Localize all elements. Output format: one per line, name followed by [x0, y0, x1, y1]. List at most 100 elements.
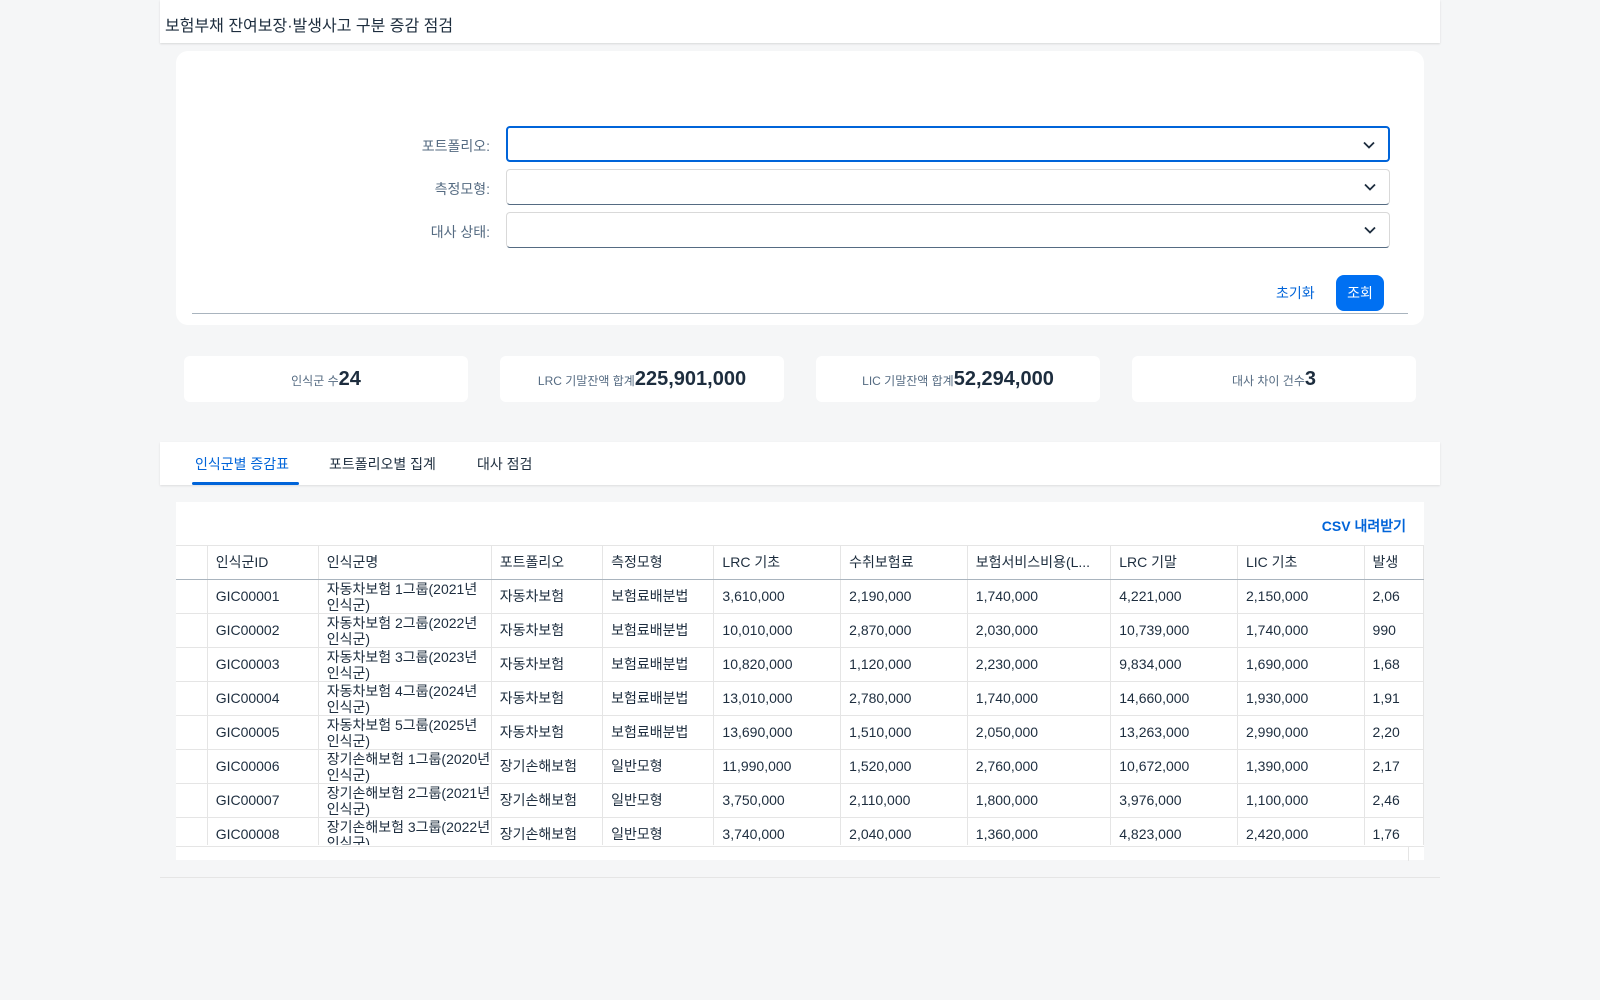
table-cell: 1,520,000 [840, 749, 968, 784]
table-cell: GIC00005 [207, 715, 319, 750]
table-cell: GIC00003 [207, 647, 319, 682]
table-cell: 2,110,000 [840, 783, 968, 818]
table-cell: 4,823,000 [1110, 817, 1238, 845]
filter-row-model: 측정모형: [176, 169, 1424, 205]
table-cell: 2,040,000 [840, 817, 968, 845]
table-cell: GIC00008 [207, 817, 319, 845]
footer-area [160, 877, 1440, 1000]
filter-divider [192, 313, 1408, 314]
chevron-down-icon [1363, 141, 1375, 149]
column-header[interactable]: 보험서비스비용(L... [967, 546, 1112, 580]
table-cell: 장기손해보험 [491, 783, 604, 818]
table-cell: 2,990,000 [1237, 715, 1365, 750]
column-header[interactable]: 인식군ID [207, 546, 319, 580]
table-cell: 보험료배분법 [602, 715, 715, 750]
table-cell: 일반모형 [602, 749, 715, 784]
table-cell: GIC00002 [207, 613, 319, 648]
kpi-card-diff-count: 대사 차이 건수3 [1132, 356, 1416, 402]
kpi-value: 52,294,000 [953, 368, 1054, 390]
table-row[interactable]: GIC00002 자동차보험 2그룹(2022년 인식군) 자동차보험 보험료배분법 1… [176, 613, 1424, 648]
model-label: 측정모형: [434, 181, 490, 197]
tab-portfolio-summary[interactable]: 포트폴리오별 집계 [329, 454, 436, 474]
column-header[interactable]: LIC 기초 [1237, 546, 1365, 580]
table-row[interactable]: GIC00006 장기손해보험 1그룹(2020년 인식군) 장기손해보험 일반모형 1… [176, 749, 1424, 784]
table-cell: 보험료배분법 [602, 579, 715, 614]
table-row[interactable]: GIC00007 장기손해보험 2그룹(2021년 인식군) 장기손해보험 일반모형 3… [176, 783, 1424, 818]
row-selector[interactable] [176, 715, 208, 750]
table-cell: 11,990,000 [713, 749, 842, 784]
row-selector[interactable] [176, 613, 208, 648]
kpi-value: 225,901,000 [634, 368, 747, 390]
table-cell: 자동차보험 [491, 579, 604, 614]
table-cell: 2,230,000 [967, 647, 1112, 682]
selection-column-header [176, 546, 208, 580]
table-row[interactable]: GIC00001 자동차보험 1그룹(2021년 인식군) 자동차보험 보험료배분법 3… [176, 579, 1424, 614]
table-cell: 일반모형 [602, 817, 715, 845]
kpi-label: 인식군 수 [291, 374, 339, 388]
table-cell: 1,76 [1364, 817, 1424, 845]
row-selector[interactable] [176, 579, 208, 614]
column-header[interactable]: 발생 [1364, 546, 1424, 580]
column-header[interactable]: 측정모형 [602, 546, 715, 580]
table-row[interactable]: GIC00008 장기손해보험 3그룹(2022년 인식군) 장기손해보험 일반모형 3… [176, 817, 1424, 845]
row-selector[interactable] [176, 681, 208, 716]
table-cell: 14,660,000 [1110, 681, 1238, 716]
row-selector[interactable] [176, 749, 208, 784]
table-row[interactable]: GIC00003 자동차보험 3그룹(2023년 인식군) 자동차보험 보험료배분법 1… [176, 647, 1424, 682]
table-cell: 3,750,000 [713, 783, 842, 818]
kpi-card-lrc-total: LRC 기말잔액 합계225,901,000 [500, 356, 784, 402]
tab-reconciliation[interactable]: 대사 점검 [477, 454, 532, 474]
column-header[interactable]: LRC 기말 [1110, 546, 1238, 580]
table-cell: 10,672,000 [1110, 749, 1238, 784]
row-selector[interactable] [176, 647, 208, 682]
column-header[interactable]: LRC 기초 [713, 546, 842, 580]
row-selector[interactable] [176, 817, 208, 845]
horizontal-scrollbar[interactable] [176, 846, 1424, 861]
page-header: 보험부채 잔여보장·발생사고 구분 증감 점검 [160, 0, 1440, 43]
kpi-card-lic-total: LIC 기말잔액 합계52,294,000 [816, 356, 1100, 402]
column-header[interactable]: 포트폴리오 [491, 546, 604, 580]
scrollbar-corner [1408, 847, 1409, 861]
table-cell: GIC00006 [207, 749, 319, 784]
table-cell: 보험료배분법 [602, 681, 715, 716]
table-cell: 10,010,000 [713, 613, 842, 648]
table-cell: 1,690,000 [1237, 647, 1365, 682]
reset-button[interactable]: 초기화 [1270, 275, 1321, 311]
tab-group-changes[interactable]: 인식군별 증감표 [195, 454, 289, 474]
kpi-value: 3 [1304, 368, 1317, 390]
table-cell: 3,740,000 [713, 817, 842, 845]
table-panel: CSV 내려받기 인식군ID 인식군명 포트폴리오 측정모형 LRC 기초 수취… [176, 502, 1424, 861]
table-cell: 10,739,000 [1110, 613, 1238, 648]
table-cell: GIC00001 [207, 579, 319, 614]
table-cell: 4,221,000 [1110, 579, 1238, 614]
portfolio-select[interactable] [506, 126, 1390, 162]
tab-bar: 인식군별 증감표 포트폴리오별 집계 대사 점검 [160, 442, 1440, 485]
table-cell: 1,68 [1364, 647, 1424, 682]
table-cell: 장기손해보험 2그룹(2021년 인식군) [318, 783, 492, 818]
table-cell: 13,010,000 [713, 681, 842, 716]
table-cell: 2,46 [1364, 783, 1424, 818]
column-header[interactable]: 인식군명 [318, 546, 492, 580]
model-select[interactable] [506, 169, 1390, 205]
csv-download-button[interactable]: CSV 내려받기 [1322, 516, 1406, 536]
column-header[interactable]: 수취보험료 [840, 546, 968, 580]
table-row[interactable]: GIC00004 자동차보험 4그룹(2024년 인식군) 자동차보험 보험료배분법 1… [176, 681, 1424, 716]
table-cell: 1,510,000 [840, 715, 968, 750]
table-row[interactable]: GIC00005 자동차보험 5그룹(2025년 인식군) 자동차보험 보험료배분법 1… [176, 715, 1424, 750]
table-cell: 자동차보험 [491, 681, 604, 716]
table-cell: 자동차보험 [491, 613, 604, 648]
row-selector[interactable] [176, 783, 208, 818]
app-shell: 보험부채 잔여보장·발생사고 구분 증감 점검 포트폴리오: 측정모형: 대사 … [160, 0, 1440, 1000]
filter-panel: 포트폴리오: 측정모형: 대사 상태: 초기화 조회 [176, 51, 1424, 325]
status-select[interactable] [506, 212, 1390, 248]
table-cell: 9,834,000 [1110, 647, 1238, 682]
table-cell: 990 [1364, 613, 1424, 648]
table-cell: 2,17 [1364, 749, 1424, 784]
table-cell: 자동차보험 [491, 715, 604, 750]
filter-actions: 초기화 조회 [176, 275, 1424, 315]
kpi-value: 24 [338, 368, 361, 390]
search-button[interactable]: 조회 [1336, 275, 1384, 311]
table-cell: 보험료배분법 [602, 647, 715, 682]
portfolio-label: 포트폴리오: [421, 138, 490, 154]
data-grid[interactable]: 인식군ID 인식군명 포트폴리오 측정모형 LRC 기초 수취보험료 보험서비스… [176, 545, 1424, 845]
